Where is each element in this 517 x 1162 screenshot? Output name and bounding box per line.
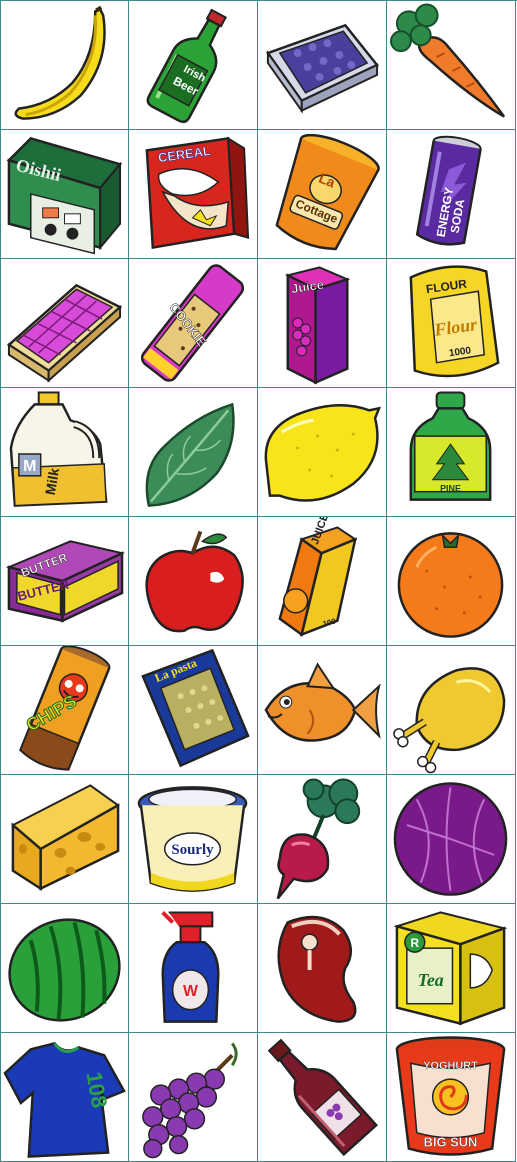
item-pasta-bag[interactable]: La pasta [129,646,258,775]
item-red-cabbage[interactable] [387,775,516,904]
tea-label-2: Tea [418,970,444,990]
item-pine-bottle[interactable]: PINE [387,388,516,517]
orange-juice-icon: JUICE 100 [278,517,358,637]
yoghurt-icon: YOGHURT BIG SUN [395,1036,506,1156]
steak-icon [277,915,357,1023]
item-yoghurt-cup[interactable]: YOGHURT BIG SUN [387,1033,516,1162]
item-spray-cleaner[interactable]: W [129,904,258,1033]
tea-box-icon: R Tea [393,911,508,1026]
item-banana[interactable] [1,1,129,130]
lemon-icon [264,403,382,502]
item-orange[interactable] [387,517,516,646]
carrot-icon [389,3,506,118]
spinach-icon [145,402,235,507]
item-t-shirt[interactable]: 108 [1,1033,129,1162]
wine-bottle-icon [267,1038,378,1157]
pasta-icon: La pasta [141,648,250,768]
item-spinach-leaf[interactable] [129,388,258,517]
waffle-icon [6,283,123,383]
item-beet[interactable] [258,775,387,904]
item-orange-juice-carton[interactable]: JUICE 100 [258,517,387,646]
item-cookies-pack[interactable]: COOKIE [129,259,258,388]
apple-icon [145,530,244,633]
item-sour-cream-tub[interactable]: Sourly [129,775,258,904]
yoghurt-label-2: BIG SUN [424,1135,478,1150]
item-waffle[interactable] [1,259,129,388]
grape-juice-icon: Juice [284,266,351,385]
cottage-cheese-icon: La Cottage [275,133,380,251]
item-apple[interactable] [129,517,258,646]
yoghurt-label-1: YOGHURT [423,1060,478,1072]
milk-label-1: M [23,458,36,475]
sour-cream-icon: Sourly [137,786,248,892]
item-grape-juice-carton[interactable]: Juice [258,259,387,388]
flour-icon: FLOUR Flour 1000 [409,265,500,378]
item-roast-chicken[interactable] [387,646,516,775]
milk-icon: M Milk [9,391,108,507]
butter-icon: BUTTER BUTTER [5,540,126,623]
spray-label: W [183,983,198,1000]
item-milk-jug[interactable]: M Milk [1,388,129,517]
t-shirt-icon: 108 [3,1042,126,1158]
chips-icon: CHIPS [19,646,111,771]
grapes-icon [142,1042,238,1159]
watermelon-icon [8,918,121,1022]
sourly-label: Sourly [171,842,214,858]
item-cereal-box[interactable]: CEREAL [129,130,258,259]
oj-label-2: 100 [322,617,338,629]
beer-bottle-icon: Irish Beer [146,8,227,124]
pine-bottle-icon: PINE [409,391,492,501]
item-butter-package[interactable]: BUTTER BUTTER [1,517,129,646]
item-grapes[interactable] [129,1033,258,1162]
tea-label-1: R [410,936,419,950]
cereal-box-icon: CEREAL [145,136,250,250]
item-wine-bottle[interactable] [258,1033,387,1162]
banana-icon [14,5,106,120]
item-watermelon[interactable] [1,904,129,1033]
item-sushi-box[interactable]: Oishii [1,130,129,259]
item-carrot[interactable] [387,1,516,130]
item-cottage-cheese-tub[interactable]: La Cottage [258,130,387,259]
beet-icon [276,778,361,900]
item-goldfish[interactable] [258,646,387,775]
sushi-box-icon: Oishii [6,137,123,255]
blueberries-icon [265,23,380,114]
item-beer-bottle[interactable]: Irish Beer [129,1,258,130]
cabbage-icon [393,782,508,896]
pine-label: PINE [440,484,461,494]
item-blueberries-tray[interactable] [258,1,387,130]
spray-cleaner-icon: W [161,911,220,1023]
sprite-grid: Irish Beer Oishii CEREAL La Cottage ENER… [0,0,517,1162]
item-flour-bag[interactable]: FLOUR Flour 1000 [387,259,516,388]
item-energy-soda-can[interactable]: ENERGY SODA [387,130,516,259]
orange-icon [397,532,504,638]
goldfish-icon [264,662,381,742]
cheese-icon [11,784,120,891]
cookies-icon: COOKIE [140,264,245,382]
energy-soda-icon: ENERGY SODA [415,135,482,246]
item-chips-can[interactable]: CHIPS [1,646,129,775]
item-steak[interactable] [258,904,387,1033]
item-lemon[interactable] [258,388,387,517]
item-cheese-wedge[interactable] [1,775,129,904]
chicken-icon [393,667,506,774]
item-tea-box[interactable]: R Tea [387,904,516,1033]
